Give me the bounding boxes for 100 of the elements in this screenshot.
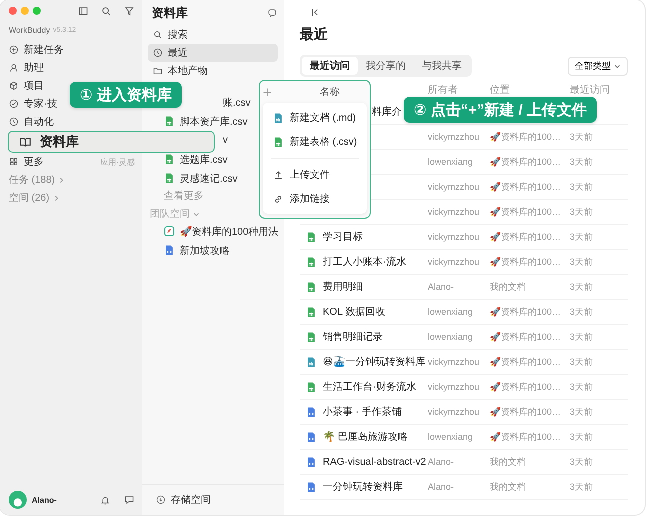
sidebar-toggle-icon[interactable] — [78, 6, 89, 16]
sidebar-item[interactable]: 更多 应用·灵感 — [9, 153, 135, 171]
panel-title: 资料库 — [152, 4, 189, 22]
file-name[interactable]: RAG-visual-abstract-v2 — [323, 456, 426, 468]
location-cell-text: 🚀资料库的100… — [490, 330, 562, 344]
file-name[interactable]: 一分钟玩转资料库 — [323, 480, 403, 494]
document-icon — [306, 432, 317, 442]
location-cell-text: 🚀资料库的100… — [490, 306, 562, 318]
document-icon — [306, 406, 317, 418]
location-cell-text: 🚀资料库的100… — [490, 406, 562, 418]
step-callout: ① 进入资料库 — [70, 82, 182, 108]
avatar[interactable] — [9, 491, 27, 509]
space-item[interactable]: 🚀资料库的100种用法 — [148, 222, 278, 241]
document-icon — [306, 482, 317, 492]
column-header: 所有者 — [428, 84, 459, 97]
file-name[interactable]: 🌴 巴厘岛旅游攻略 — [323, 430, 408, 444]
user-name: Alano- — [32, 496, 57, 504]
bell-icon[interactable] — [100, 494, 111, 506]
sidebar-item[interactable]: 项目 — [9, 77, 44, 95]
link-icon — [273, 194, 284, 204]
time-cell-text: 3天前 — [570, 306, 594, 318]
library-highlight[interactable]: 资料库 — [8, 131, 215, 153]
nav-item[interactable]: 搜索 — [148, 26, 278, 44]
location-cell-text: 我的文档 — [490, 456, 527, 468]
location-cell-text: 我的文档 — [490, 280, 527, 294]
sidebar-item[interactable]: 自动化 — [9, 113, 54, 131]
file-name[interactable]: 费用明细 — [323, 280, 363, 294]
location-cell-text: 🚀资料库的100… — [490, 356, 562, 368]
sidebar-item[interactable]: 专家·技 — [9, 95, 58, 113]
step-callout: ② 点击“+”新建 / 上传文件 — [404, 97, 598, 123]
upload-icon — [273, 170, 284, 180]
file-name[interactable]: 学习目标 — [323, 230, 363, 244]
storage-button[interactable]: 存储空间 — [142, 484, 284, 515]
owner-cell-text: lowenxiang — [428, 332, 474, 342]
file-name[interactable]: 小茶事 · 手作茶铺 — [323, 405, 402, 419]
owner-cell-text: vickymzzhou — [428, 132, 481, 142]
plus-icon[interactable] — [263, 88, 272, 96]
time-cell-text: 3天前 — [570, 256, 594, 268]
owner-cell-text: Alano- — [428, 457, 456, 467]
file-name[interactable]: 😆🚠一分钟玩转资料库 — [323, 355, 426, 369]
time-cell-text: 3天前 — [570, 156, 594, 168]
column-header: 最近访问 — [570, 84, 611, 97]
spreadsheet-icon — [164, 154, 175, 165]
time-cell-text: 3天前 — [570, 456, 594, 468]
column-header: 位置 — [490, 84, 511, 97]
time-cell-text: 3天前 — [570, 280, 594, 294]
chevron-icon — [52, 194, 60, 202]
spreadsheet-icon — [306, 256, 317, 268]
file-name[interactable]: 生活工作台·财务流水 — [323, 380, 416, 394]
location-cell-text: 🚀资料库的100… — [490, 156, 562, 168]
tab[interactable]: 最近访问 — [302, 57, 358, 75]
file-name[interactable]: 销售明细记录 — [323, 330, 383, 344]
chevron-icon — [193, 210, 200, 218]
file-name[interactable]: 打工人小账本·流水 — [323, 255, 406, 269]
document-icon — [306, 356, 317, 368]
cube-icon — [9, 81, 19, 91]
owner-cell-text: lowenxiang — [428, 307, 474, 317]
time-cell-text: 3天前 — [570, 430, 594, 444]
clock-icon — [153, 48, 163, 58]
nav-item[interactable]: 本地产物 — [148, 62, 278, 80]
chat-icon[interactable] — [124, 494, 135, 506]
close-button[interactable] — [9, 7, 17, 15]
owner-cell-text: vickymzzhou — [428, 382, 481, 392]
location-cell-text: 🚀资料库的100… — [490, 380, 562, 394]
document-icon — [306, 456, 317, 468]
spreadsheet-icon — [306, 382, 317, 392]
bubble-icon[interactable] — [267, 8, 278, 18]
nav-item[interactable]: 最近 — [148, 44, 278, 62]
chevron-icon — [614, 62, 621, 70]
time-cell-text: 3天前 — [570, 230, 594, 244]
time-cell-text: 3天前 — [570, 130, 594, 144]
document-icon — [273, 112, 284, 124]
tab[interactable]: 我分享的 — [358, 57, 414, 75]
location-cell-text: 🚀资料库的100… — [490, 180, 562, 194]
sidebar-item[interactable]: 新建任务 — [9, 41, 64, 59]
owner-cell-text: lowenxiang — [428, 157, 474, 167]
storage-icon — [156, 495, 166, 505]
type-dropdown[interactable]: 全部类型 — [568, 56, 628, 76]
location-cell-text: 🚀资料库的100… — [490, 430, 562, 444]
location-cell-text: 🚀资料库的100… — [490, 206, 562, 218]
search-icon[interactable] — [101, 6, 112, 16]
grid-icon — [9, 157, 19, 167]
spreadsheet-icon — [306, 306, 317, 318]
spreadsheet-icon — [164, 173, 175, 184]
file-name[interactable]: 料库介 — [372, 105, 402, 119]
owner-cell-text: vickymzzhou — [428, 407, 481, 417]
tab[interactable]: 与我共享 — [414, 57, 470, 75]
file-name[interactable]: KOL 数据回收 — [323, 305, 386, 319]
app-name: WorkBuddy — [9, 26, 50, 35]
owner-cell-text: vickymzzhou — [428, 357, 481, 367]
sidebar-item[interactable]: 助理 — [9, 59, 44, 77]
time-cell-text: 3天前 — [570, 330, 594, 344]
owner-cell-text: vickymzzhou — [428, 182, 481, 192]
owner-cell-text: vickymzzhou — [428, 257, 481, 267]
clock-icon — [9, 117, 19, 127]
time-cell-text: 3天前 — [570, 380, 594, 394]
spreadsheet-icon — [306, 332, 317, 342]
spreadsheet-icon — [306, 232, 317, 242]
filter-icon[interactable] — [124, 6, 135, 16]
space-item[interactable]: 新加坡攻略 — [148, 241, 278, 260]
